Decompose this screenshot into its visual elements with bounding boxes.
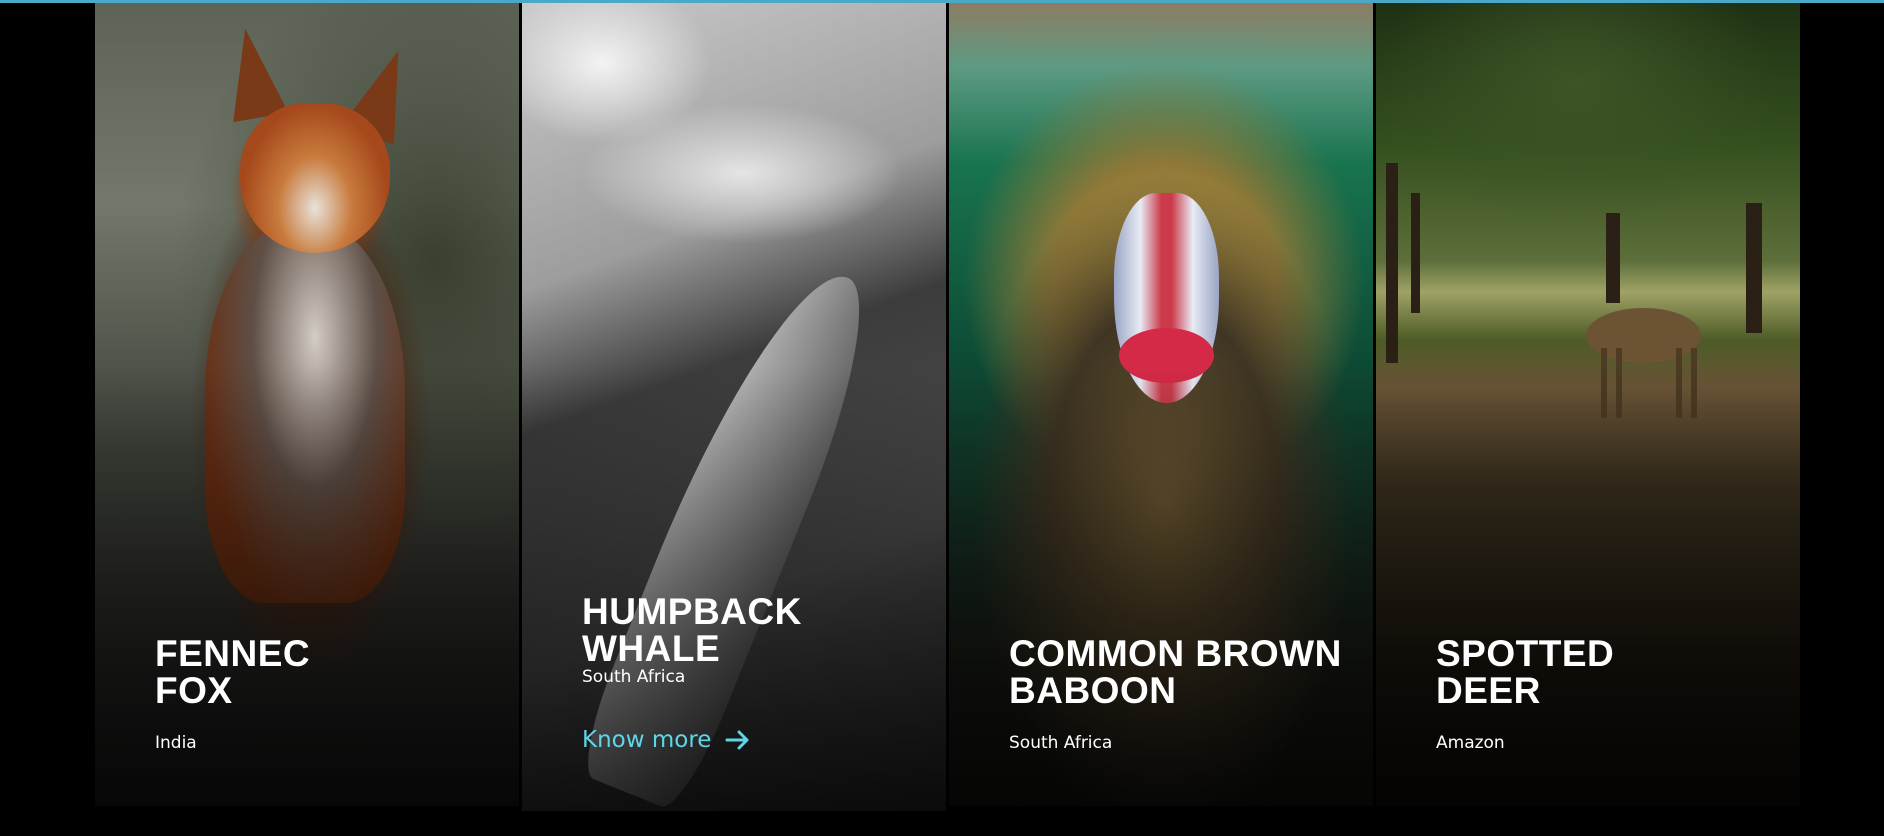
card-title: SPOTTED DEER [1436,635,1776,709]
card-spotted-deer[interactable]: SPOTTED DEER Amazon [1376,3,1800,806]
card-title-line1: FENNEC [155,633,311,674]
card-title-line2: BABOON [1009,670,1177,711]
card-fennec-fox[interactable]: FENNEC FOX India [95,3,519,806]
card-title-line1: HUMPBACK [582,591,802,632]
card-caption: SPOTTED DEER Amazon [1436,635,1776,753]
card-location: South Africa [1009,733,1113,753]
card-humpback-whale[interactable]: HUMPBACK WHALE South Africa Know more [522,3,946,811]
card-common-brown-baboon[interactable]: COMMON BROWN BABOON South Africa [949,3,1373,806]
card-caption: FENNEC FOX India [155,635,495,753]
card-title: HUMPBACK WHALE [582,593,922,667]
card-location: India [155,733,197,753]
card-caption: COMMON BROWN BABOON South Africa [1009,635,1349,753]
know-more-label: Know more [582,727,712,753]
card-title-line1: SPOTTED [1436,633,1615,674]
card-shade [522,3,946,811]
card-location: Amazon [1436,733,1505,753]
card-title-line1: COMMON BROWN [1009,633,1342,674]
card-location: South Africa [582,667,686,687]
know-more-link[interactable]: Know more [582,727,751,753]
card-title: FENNEC FOX [155,635,495,709]
card-title: COMMON BROWN BABOON [1009,635,1349,709]
card-title-line2: WHALE [582,628,721,669]
animal-gallery: FENNEC FOX India HUMPBACK WHALE South Af… [95,3,1800,811]
arrow-right-icon [725,730,749,750]
card-title-line2: FOX [155,670,233,711]
card-caption: HUMPBACK WHALE South Africa [582,593,922,687]
card-title-line2: DEER [1436,670,1541,711]
